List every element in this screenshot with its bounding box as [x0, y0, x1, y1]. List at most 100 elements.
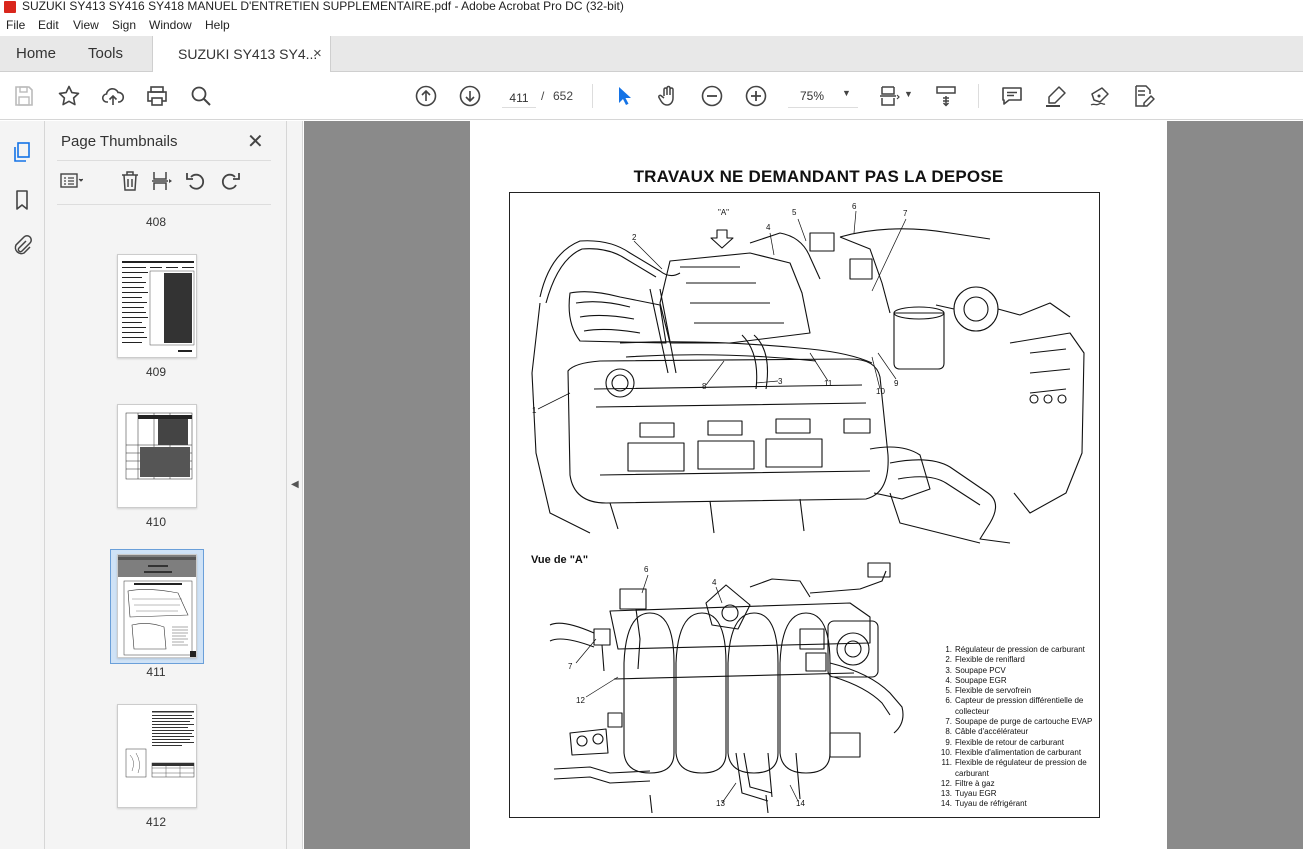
callout-9: 9: [894, 379, 899, 388]
collapse-left-icon[interactable]: ◀: [291, 479, 299, 490]
legend-item: 6. Capteur de pression différentielle de …: [945, 696, 1084, 716]
panel-collapse-bar[interactable]: ◀: [287, 121, 303, 849]
page-thumbnails-icon[interactable]: [11, 141, 33, 163]
thumbnail-page-412[interactable]: [117, 704, 197, 808]
legend-item: 2. Flexible de reniflard: [945, 655, 1025, 665]
window-title: SUZUKI SY413 SY416 SY418 MANUEL D'ENTRET…: [22, 0, 624, 13]
document-viewer[interactable]: TRAVAUX NE DEMANDANT PAS LA DEPOSE "A" 1…: [304, 121, 1303, 849]
acrobat-app-icon: [4, 1, 16, 13]
rotate-left-icon[interactable]: [184, 169, 208, 193]
menu-file[interactable]: File: [6, 18, 25, 32]
panel-divider: [57, 160, 271, 161]
tab-document[interactable]: SUZUKI SY413 SY4... ×: [152, 36, 331, 73]
menu-view[interactable]: View: [73, 18, 99, 32]
legend-item: 1. Régulateur de pression de carburant: [945, 645, 1085, 654]
bookmarks-icon[interactable]: [11, 189, 33, 211]
callout-3: 3: [778, 377, 783, 386]
upload-cloud-icon[interactable]: [101, 84, 125, 108]
menu-window[interactable]: Window: [149, 18, 192, 32]
zoom-in-icon[interactable]: [744, 84, 768, 108]
comment-icon[interactable]: [1000, 84, 1024, 108]
previous-page-icon[interactable]: [414, 84, 438, 108]
thumbnail-tools: [57, 169, 271, 195]
callout-2: 2: [632, 233, 637, 242]
menu-bar: File Edit View Sign Window Help: [0, 14, 1303, 36]
view-a-marker: "A": [718, 208, 730, 217]
callout-5: 5: [792, 208, 797, 217]
insert-pages-icon[interactable]: [150, 169, 174, 193]
total-pages: 652: [553, 89, 574, 103]
main-toolbar: / 652 75% ▼ ▼: [0, 72, 1303, 120]
legend-item: 8. Câble d'accélérateur: [945, 727, 1029, 737]
print-icon[interactable]: [145, 84, 169, 108]
thumbnail-label: 411: [146, 665, 166, 679]
document-tab-label: SUZUKI SY413 SY4...: [178, 46, 318, 62]
rotate-right-icon[interactable]: [218, 169, 242, 193]
edit-pdf-icon[interactable]: [1132, 84, 1156, 108]
legend-item: 12. Filtre à gaz: [940, 778, 995, 788]
menu-help[interactable]: Help: [205, 18, 230, 32]
hand-tool-icon[interactable]: [656, 84, 680, 108]
thumbnail-label: 410: [145, 515, 167, 529]
close-panel-icon[interactable]: ✕: [247, 129, 264, 154]
callout-8: 8: [702, 382, 707, 391]
delete-pages-icon[interactable]: [118, 169, 142, 193]
save-icon[interactable]: [12, 84, 36, 108]
attachments-icon[interactable]: [11, 234, 33, 256]
callout-10: 10: [876, 387, 885, 396]
callout-1: 1: [532, 406, 537, 415]
thumbnail-label: 412: [145, 815, 167, 829]
legend-item: 10. Flexible d'alimentation de carburant: [940, 747, 1082, 757]
callout-12: 12: [576, 696, 585, 705]
highlight-pen-icon[interactable]: [1044, 84, 1068, 108]
legend-item: 13. Tuyau EGR: [940, 789, 997, 799]
callout-6: 6: [852, 202, 857, 211]
toolbar-divider: [978, 84, 979, 108]
toolbar-divider: [592, 84, 593, 108]
engine-figure: "A" 1 2 3 4 5 6 7 8 9 10 11 Vue de "A" 4…: [509, 192, 1100, 818]
legend-item: 4. Soupape EGR: [945, 675, 1007, 685]
chevron-down-icon: ▼: [842, 88, 851, 98]
tab-tools[interactable]: Tools: [88, 45, 123, 62]
page-heading: TRAVAUX NE DEMANDANT PAS LA DEPOSE: [633, 167, 1004, 186]
thumbnail-label: 408: [145, 215, 167, 229]
page-thumbnails-panel: Page Thumbnails ✕ ▲ ▼ 408: [45, 121, 321, 849]
panel-divider: [57, 204, 271, 205]
panel-title: Page Thumbnails: [61, 133, 178, 150]
callout-4: 4: [766, 223, 771, 232]
zoom-value: 75%: [800, 89, 825, 103]
legend-item: 9. Flexible de retour de carburant: [945, 737, 1064, 747]
zoom-dropdown[interactable]: 75% ▼: [788, 84, 858, 108]
thumbnail-page-410[interactable]: [117, 404, 197, 508]
tab-home[interactable]: Home: [16, 45, 56, 62]
bookmark-star-icon[interactable]: [57, 84, 81, 108]
select-cursor-icon[interactable]: [612, 84, 636, 108]
legend-item: 7. Soupape de purge de cartouche EVAP: [945, 717, 1093, 727]
next-page-icon[interactable]: [458, 84, 482, 108]
callout-7: 7: [903, 209, 908, 218]
thumbnail-label: 409: [145, 365, 167, 379]
zoom-out-icon[interactable]: [700, 84, 724, 108]
page-number-input[interactable]: [502, 84, 536, 108]
fit-page-icon[interactable]: [878, 84, 902, 108]
fit-chevron-down-icon[interactable]: ▼: [904, 89, 913, 99]
tab-bar: Home Tools SUZUKI SY413 SY4... ×: [0, 36, 1303, 73]
view-label: Vue de "A": [531, 554, 589, 566]
legend-item: 11. Flexible de régulateur de pression de…: [941, 758, 1087, 778]
thumbnail-options-icon[interactable]: [59, 169, 84, 193]
thumbnail-page-411[interactable]: [117, 554, 197, 658]
legend-item: 14. Tuyau de réfrigérant: [940, 799, 1027, 809]
title-bar: SUZUKI SY413 SY416 SY418 MANUEL D'ENTRET…: [0, 0, 1303, 14]
legend-item: 5. Flexible de servofrein: [945, 686, 1032, 696]
left-navigation-rail: [0, 121, 45, 849]
scrolling-mode-icon[interactable]: [934, 84, 958, 108]
menu-edit[interactable]: Edit: [38, 18, 59, 32]
search-icon[interactable]: [189, 84, 213, 108]
legend-item: 3. Soupape PCV: [945, 665, 1006, 675]
thumbnail-page-409[interactable]: [117, 254, 197, 358]
callout-14: 14: [796, 799, 805, 808]
callout-13: 13: [716, 799, 725, 808]
close-tab-icon[interactable]: ×: [313, 45, 322, 62]
menu-sign[interactable]: Sign: [112, 18, 136, 32]
sign-pen-icon[interactable]: [1088, 84, 1112, 108]
